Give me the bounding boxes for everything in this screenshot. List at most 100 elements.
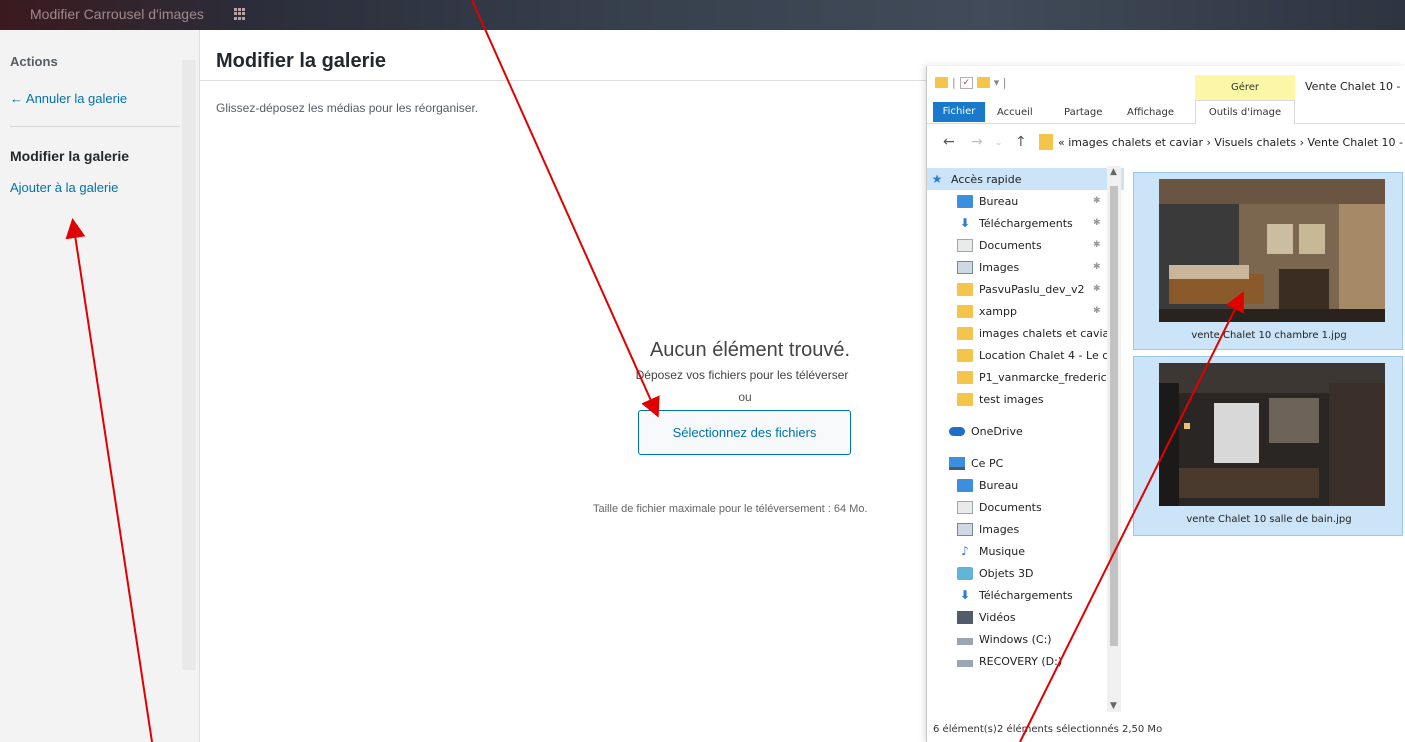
nav-item-label: Téléchargements bbox=[979, 588, 1073, 602]
nav-item[interactable]: images chalets et caviar bbox=[927, 322, 1124, 344]
nav-item[interactable]: test images bbox=[927, 388, 1124, 410]
ribbon-tabs: Fichier Accueil Partage Affichage Outils… bbox=[927, 100, 1405, 124]
empty-state-title: Aucun élément trouvé. bbox=[649, 339, 851, 361]
max-upload-size: Taille de fichier maximale pour le télév… bbox=[593, 503, 868, 515]
customize-toolbar-icon[interactable]: ▾ | bbox=[994, 76, 1007, 89]
nav-item[interactable]: Images bbox=[927, 518, 1124, 540]
tab-affichage[interactable]: Affichage bbox=[1127, 107, 1174, 118]
or-separator: ou bbox=[738, 390, 752, 404]
nav-item-label: Téléchargements bbox=[979, 216, 1073, 230]
add-to-gallery-link[interactable]: Ajouter à la galerie bbox=[10, 180, 118, 195]
folder-icon[interactable] bbox=[935, 77, 948, 88]
nav-item-label: RECOVERY (D:) bbox=[979, 654, 1063, 668]
nav-item-label: Objets 3D bbox=[979, 566, 1034, 580]
nav-item[interactable]: OneDrive bbox=[927, 420, 1124, 442]
new-folder-icon[interactable] bbox=[976, 77, 990, 88]
folder-icon bbox=[957, 282, 973, 296]
3d-objects-icon bbox=[957, 566, 973, 580]
nav-item-label: Images bbox=[979, 522, 1020, 536]
file-explorer-window[interactable]: | ✓ ▾ | Gérer Vente Chalet 10 - Le Fichi… bbox=[926, 66, 1405, 742]
file-list: vente Chalet 10 chambre 1.jpg vente Chal… bbox=[1125, 166, 1405, 712]
nav-item[interactable]: ⬇ Téléchargements bbox=[927, 584, 1124, 606]
file-name: vente Chalet 10 salle de bain.jpg bbox=[1186, 514, 1352, 525]
nav-item[interactable]: ♪ Musique bbox=[927, 540, 1124, 562]
pin-icon[interactable]: ✱ bbox=[1093, 262, 1101, 272]
nav-item[interactable]: RECOVERY (D:) bbox=[927, 650, 1124, 672]
nav-item[interactable]: Vidéos bbox=[927, 606, 1124, 628]
manage-context-tab[interactable]: Gérer bbox=[1195, 75, 1295, 100]
nav-item[interactable]: Objets 3D bbox=[927, 562, 1124, 584]
scrollbar-thumb[interactable] bbox=[1110, 186, 1118, 646]
actions-heading: Actions bbox=[10, 54, 58, 69]
explorer-titlebar[interactable]: | ✓ ▾ | Gérer Vente Chalet 10 - Le bbox=[927, 66, 1405, 100]
folder-icon bbox=[957, 304, 973, 318]
file-tile[interactable]: vente Chalet 10 salle de bain.jpg bbox=[1133, 356, 1403, 536]
tab-fichier[interactable]: Fichier bbox=[933, 102, 985, 122]
nav-item[interactable]: PasvuPaslu_dev_v2 ✱ bbox=[927, 278, 1124, 300]
up-arrow-icon[interactable]: ↑ bbox=[1015, 134, 1027, 150]
nav-item[interactable]: ★ Accès rapide bbox=[927, 168, 1124, 190]
nav-item-label: Ce PC bbox=[971, 456, 1004, 470]
nav-item[interactable]: Location Chalet 4 - Le c bbox=[927, 344, 1124, 366]
nav-item[interactable]: Ce PC bbox=[927, 452, 1124, 474]
nav-item-label: images chalets et caviar bbox=[979, 326, 1114, 340]
recent-locations-icon[interactable]: ⌄ bbox=[995, 138, 1003, 148]
pin-icon[interactable]: ✱ bbox=[1093, 218, 1101, 228]
file-tile[interactable]: vente Chalet 10 chambre 1.jpg bbox=[1133, 172, 1403, 350]
pin-icon[interactable]: ✱ bbox=[1093, 284, 1101, 294]
nav-item-label: Documents bbox=[979, 238, 1042, 252]
pictures-icon bbox=[957, 522, 973, 536]
pin-icon[interactable]: ✱ bbox=[1093, 240, 1101, 250]
tab-accueil[interactable]: Accueil bbox=[997, 107, 1033, 118]
scroll-up-icon[interactable]: ▲ bbox=[1110, 167, 1117, 177]
breadcrumb[interactable]: « images chalets et caviar › Visuels cha… bbox=[1058, 136, 1405, 149]
properties-icon[interactable]: ✓ bbox=[959, 76, 973, 89]
nav-scrollbar[interactable]: ▲ ▼ bbox=[1107, 166, 1121, 712]
documents-icon bbox=[957, 238, 973, 252]
reorder-hint: Glissez-déposez les médias pour les réor… bbox=[216, 101, 479, 115]
nav-item[interactable]: ⬇ Téléchargements ✱ bbox=[927, 212, 1124, 234]
cancel-gallery-link[interactable]: ← Annuler la galerie bbox=[10, 91, 127, 106]
grid-icon[interactable] bbox=[234, 8, 246, 20]
nav-item-label: Accès rapide bbox=[951, 172, 1022, 186]
nav-item[interactable]: Documents ✱ bbox=[927, 234, 1124, 256]
folder-icon bbox=[957, 392, 973, 406]
star-icon: ★ bbox=[931, 172, 943, 186]
bathroom-thumbnail bbox=[1159, 363, 1385, 506]
desktop-icon bbox=[957, 478, 973, 492]
nav-item[interactable]: Documents bbox=[927, 496, 1124, 518]
nav-item[interactable]: Images ✱ bbox=[927, 256, 1124, 278]
tab-partage[interactable]: Partage bbox=[1064, 107, 1102, 118]
videos-icon bbox=[957, 610, 973, 624]
nav-item-label: Windows (C:) bbox=[979, 632, 1052, 646]
nav-item[interactable]: Bureau bbox=[927, 474, 1124, 496]
nav-item[interactable]: P1_vanmarcke_frederic bbox=[927, 366, 1124, 388]
nav-item-label: Vidéos bbox=[979, 610, 1016, 624]
scroll-down-icon[interactable]: ▼ bbox=[1110, 701, 1117, 711]
nav-item-label: PasvuPaslu_dev_v2 bbox=[979, 282, 1085, 296]
nav-item-label: OneDrive bbox=[971, 424, 1023, 438]
edit-gallery-heading: Modifier la galerie bbox=[10, 148, 130, 164]
select-files-button[interactable]: Sélectionnez des fichiers bbox=[638, 410, 851, 455]
bedroom-thumbnail bbox=[1159, 179, 1385, 322]
nav-item[interactable]: Windows (C:) bbox=[927, 628, 1124, 650]
nav-item-label: Bureau bbox=[979, 478, 1019, 492]
page-title: Modifier la galerie bbox=[216, 50, 387, 72]
download-icon: ⬇ bbox=[959, 588, 971, 602]
item-count: 6 élément(s) bbox=[933, 724, 997, 735]
pc-icon bbox=[949, 456, 965, 470]
forward-arrow-icon[interactable]: → bbox=[971, 134, 983, 150]
folder-icon bbox=[957, 348, 973, 362]
back-arrow-icon[interactable]: ← bbox=[943, 134, 955, 150]
documents-icon bbox=[957, 500, 973, 514]
drive-icon bbox=[957, 659, 973, 667]
nav-item[interactable]: xampp ✱ bbox=[927, 300, 1124, 322]
tab-outils-image[interactable]: Outils d'image bbox=[1195, 100, 1295, 124]
nav-item[interactable]: Bureau ✱ bbox=[927, 190, 1124, 212]
nav-item-label: P1_vanmarcke_frederic bbox=[979, 370, 1107, 384]
media-sidebar: Actions ← Annuler la galerie Modifier la… bbox=[0, 30, 200, 742]
pin-icon[interactable]: ✱ bbox=[1093, 196, 1101, 206]
modal-title: Modifier Carrousel d'images bbox=[30, 6, 204, 22]
explorer-window-title: Vente Chalet 10 - Le bbox=[1305, 80, 1405, 93]
pin-icon[interactable]: ✱ bbox=[1093, 306, 1101, 316]
